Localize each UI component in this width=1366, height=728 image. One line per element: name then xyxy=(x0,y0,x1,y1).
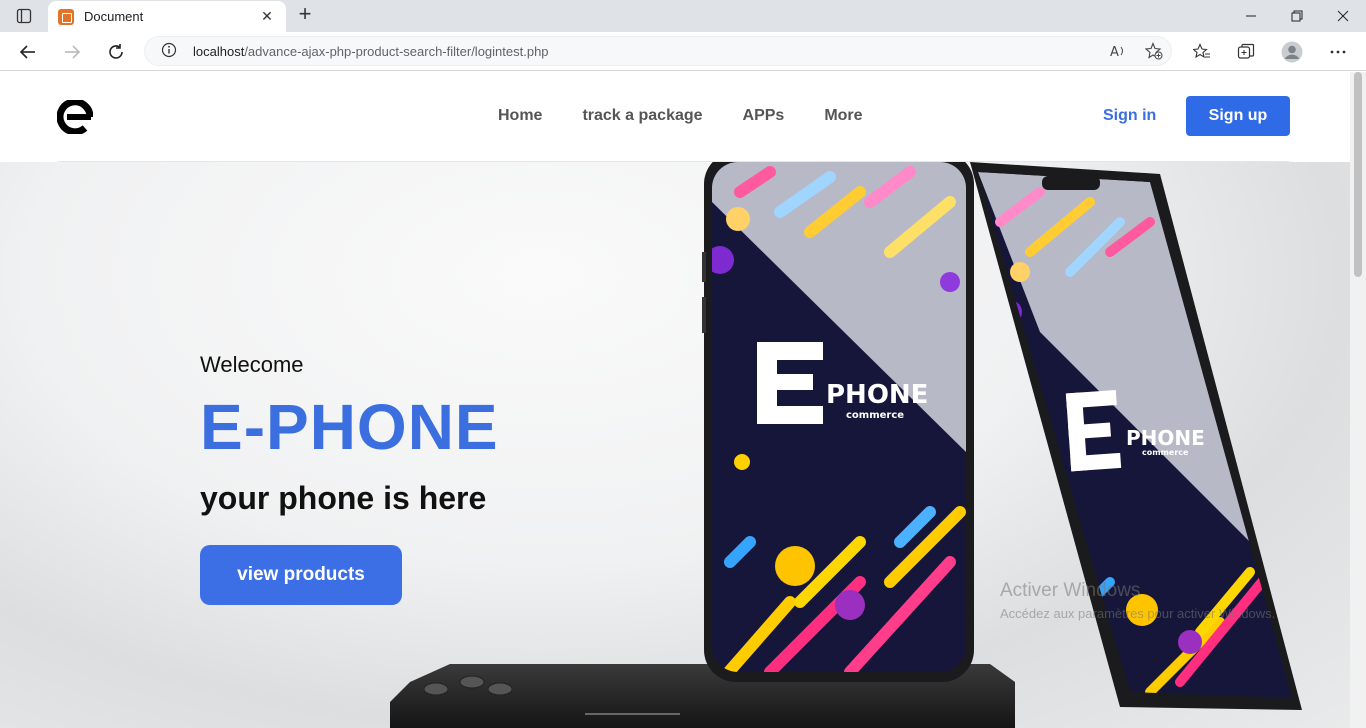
brand-title: E-PHONE xyxy=(200,391,499,463)
close-tab-icon[interactable]: ✕ xyxy=(258,8,276,25)
svg-text:A: A xyxy=(1110,45,1119,60)
read-aloud-icon[interactable]: A xyxy=(1109,42,1127,65)
tab-title: Document xyxy=(84,9,144,24)
collections-icon[interactable] xyxy=(1234,40,1258,64)
xampp-favicon-icon xyxy=(58,8,74,25)
main-nav: Home track a package APPs More xyxy=(498,107,863,125)
more-options-icon[interactable] xyxy=(1326,40,1350,64)
url-host: localhost xyxy=(193,43,245,59)
page-scrollbar[interactable] xyxy=(1350,72,1366,728)
restore-icon[interactable] xyxy=(1274,0,1320,32)
address-bar[interactable]: localhost/advance-ajax-php-product-searc… xyxy=(144,36,1172,66)
screen-logo-main-1: PHONE xyxy=(826,380,928,410)
browser-toolbar: localhost/advance-ajax-php-product-searc… xyxy=(0,32,1366,71)
web-page: Home track a package APPs More Sign in S… xyxy=(0,72,1350,728)
new-tab-icon[interactable]: + xyxy=(294,3,316,26)
windows-activation-subtitle: Accédez aux paramètres pour activer Wind… xyxy=(1000,606,1276,621)
browser-tab[interactable]: Document ✕ xyxy=(48,1,286,32)
info-icon[interactable] xyxy=(161,42,179,60)
windows-activation-title: Activer Windows xyxy=(1000,580,1141,601)
close-window-icon[interactable] xyxy=(1320,0,1366,32)
screen-logo-main-2: PHONE xyxy=(1126,426,1205,450)
screen-logo-sub-2: commerce xyxy=(1142,448,1189,457)
welcome-text: Welecome xyxy=(200,352,304,377)
nav-more[interactable]: More xyxy=(824,107,862,125)
scrollbar-thumb[interactable] xyxy=(1354,72,1362,277)
sign-in-link[interactable]: Sign in xyxy=(1103,107,1156,125)
nav-apps[interactable]: APPs xyxy=(743,107,785,125)
site-logo-icon[interactable] xyxy=(56,98,94,136)
phones-illustration: PHONE commerce PHONE commerce xyxy=(390,162,1302,728)
screen-logo-sub-1: commerce xyxy=(846,410,904,421)
forward-icon[interactable] xyxy=(60,40,84,64)
url-path: /advance-ajax-php-product-search-filter/… xyxy=(244,43,549,59)
site-header: Home track a package APPs More Sign in S… xyxy=(0,72,1350,162)
add-favorite-icon[interactable] xyxy=(1144,42,1163,65)
tab-strip: Document ✕ + xyxy=(0,0,1366,32)
view-products-button[interactable]: view products xyxy=(200,545,402,605)
hero-section: PHONE commerce PHONE commerce Welecome E… xyxy=(0,162,1350,728)
profile-avatar-icon[interactable] xyxy=(1280,40,1304,64)
favorites-icon[interactable] xyxy=(1190,40,1214,64)
minimize-icon[interactable] xyxy=(1228,0,1274,32)
back-icon[interactable] xyxy=(16,40,40,64)
hero-tagline: your phone is here xyxy=(200,480,487,516)
nav-track-package[interactable]: track a package xyxy=(582,107,702,125)
nav-home[interactable]: Home xyxy=(498,107,542,125)
refresh-icon[interactable] xyxy=(104,40,128,64)
sign-up-button[interactable]: Sign up xyxy=(1186,96,1290,136)
tab-actions-icon[interactable] xyxy=(8,6,40,26)
